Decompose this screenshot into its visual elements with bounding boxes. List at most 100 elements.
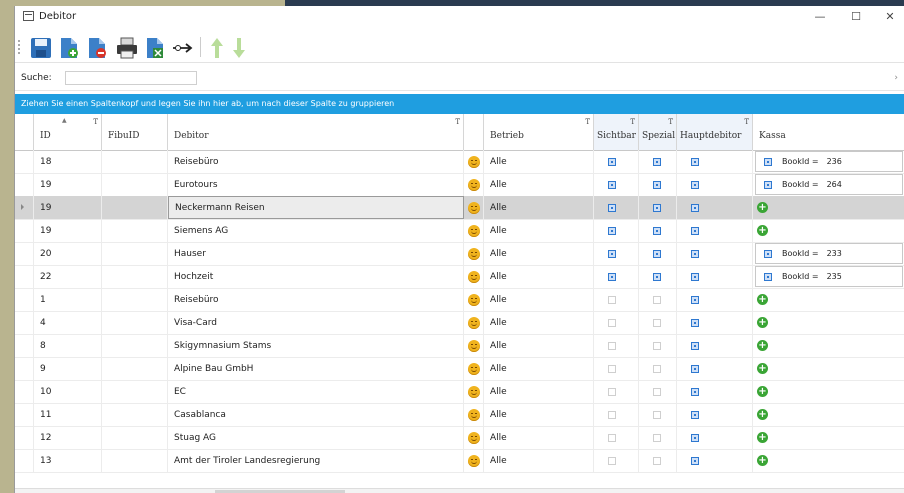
move-down-button[interactable] bbox=[227, 36, 251, 60]
cell-fibuid[interactable] bbox=[102, 288, 168, 311]
cell-spezial[interactable] bbox=[639, 334, 677, 357]
cell-sichtbar[interactable] bbox=[594, 265, 639, 288]
cell-spezial[interactable] bbox=[639, 196, 677, 219]
cell-betrieb[interactable]: Alle bbox=[484, 196, 594, 219]
cell-hauptdebitor[interactable] bbox=[677, 173, 753, 196]
cell-id[interactable]: 11 bbox=[34, 403, 102, 426]
spezial-checkbox[interactable] bbox=[653, 456, 661, 465]
cell-fibuid[interactable] bbox=[102, 150, 168, 173]
cell-betrieb[interactable]: Alle bbox=[484, 380, 594, 403]
cell-spezial[interactable] bbox=[639, 150, 677, 173]
table-row[interactable]: 12 Stuag AG Alle + bbox=[15, 426, 904, 450]
cell-betrieb[interactable]: Alle bbox=[484, 449, 594, 472]
close-button[interactable]: ✕ bbox=[881, 9, 899, 25]
cell-debitor[interactable]: Siemens AG bbox=[168, 219, 464, 242]
cell-status[interactable] bbox=[464, 449, 484, 472]
sichtbar-checkbox[interactable] bbox=[608, 249, 616, 258]
cell-sichtbar[interactable] bbox=[594, 357, 639, 380]
cell-status[interactable] bbox=[464, 288, 484, 311]
cell-debitor[interactable]: Reisebüro bbox=[168, 288, 464, 311]
cell-sichtbar[interactable] bbox=[594, 426, 639, 449]
hauptdebitor-checkbox[interactable] bbox=[691, 456, 699, 465]
cell-betrieb[interactable]: Alle bbox=[484, 219, 594, 242]
kassa-booking[interactable]: BookId = 236 bbox=[755, 151, 903, 172]
cell-id[interactable]: 18 bbox=[34, 150, 102, 173]
table-row[interactable]: 22 Hochzeit Alle BookId = 235 bbox=[15, 265, 904, 289]
cell-status[interactable] bbox=[464, 173, 484, 196]
row-indicator[interactable] bbox=[15, 196, 34, 219]
cell-sichtbar[interactable] bbox=[594, 311, 639, 334]
cell-betrieb[interactable]: Alle bbox=[484, 265, 594, 288]
cell-betrieb[interactable]: Alle bbox=[484, 288, 594, 311]
table-row[interactable]: 4 Visa-Card Alle + bbox=[15, 311, 904, 335]
cell-hauptdebitor[interactable] bbox=[677, 311, 753, 334]
move-up-button[interactable] bbox=[205, 36, 229, 60]
kassa-booking[interactable]: BookId = 233 bbox=[755, 243, 903, 264]
spezial-checkbox[interactable] bbox=[653, 387, 661, 396]
cell-sichtbar[interactable] bbox=[594, 173, 639, 196]
sichtbar-checkbox[interactable] bbox=[608, 157, 616, 166]
filter-icon[interactable]: T bbox=[585, 118, 590, 126]
sichtbar-checkbox[interactable] bbox=[608, 433, 616, 442]
cell-debitor[interactable]: Visa-Card bbox=[168, 311, 464, 334]
cell-fibuid[interactable] bbox=[102, 219, 168, 242]
spezial-checkbox[interactable] bbox=[653, 341, 661, 350]
sichtbar-checkbox[interactable] bbox=[608, 318, 616, 327]
cell-status[interactable] bbox=[464, 403, 484, 426]
add-kassa-icon[interactable]: + bbox=[757, 294, 768, 305]
cell-sichtbar[interactable] bbox=[594, 334, 639, 357]
hauptdebitor-checkbox[interactable] bbox=[691, 433, 699, 442]
cell-hauptdebitor[interactable] bbox=[677, 357, 753, 380]
cell-betrieb[interactable]: Alle bbox=[484, 173, 594, 196]
hauptdebitor-checkbox[interactable] bbox=[691, 364, 699, 373]
search-input[interactable] bbox=[65, 71, 197, 85]
spezial-checkbox[interactable] bbox=[653, 272, 661, 281]
row-indicator[interactable] bbox=[15, 288, 34, 311]
cell-id[interactable]: 19 bbox=[34, 196, 102, 219]
cell-fibuid[interactable] bbox=[102, 334, 168, 357]
cell-debitor[interactable]: Amt der Tiroler Landesregierung bbox=[168, 449, 464, 472]
row-indicator[interactable] bbox=[15, 426, 34, 449]
cell-hauptdebitor[interactable] bbox=[677, 426, 753, 449]
cell-debitor[interactable]: Alpine Bau GmbH bbox=[168, 357, 464, 380]
cell-id[interactable]: 22 bbox=[34, 265, 102, 288]
cell-status[interactable] bbox=[464, 196, 484, 219]
table-row[interactable]: 1 Reisebüro Alle + bbox=[15, 288, 904, 312]
column-header-sichtbar[interactable]: Sichtbar T bbox=[594, 114, 639, 150]
add-kassa-icon[interactable]: + bbox=[757, 202, 768, 213]
cell-spezial[interactable] bbox=[639, 380, 677, 403]
cell-spezial[interactable] bbox=[639, 403, 677, 426]
cell-status[interactable] bbox=[464, 265, 484, 288]
scroll-right-icon[interactable]: › bbox=[894, 73, 898, 83]
maximize-button[interactable]: ☐ bbox=[847, 9, 865, 25]
cell-fibuid[interactable] bbox=[102, 380, 168, 403]
sichtbar-checkbox[interactable] bbox=[608, 226, 616, 235]
column-header-hauptdebitor[interactable]: Hauptdebitor T bbox=[677, 114, 753, 150]
sichtbar-checkbox[interactable] bbox=[608, 456, 616, 465]
cell-kassa[interactable]: BookId = 235 bbox=[753, 265, 904, 288]
cell-hauptdebitor[interactable] bbox=[677, 219, 753, 242]
cell-debitor[interactable]: Skigymnasium Stams bbox=[168, 334, 464, 357]
spezial-checkbox[interactable] bbox=[653, 203, 661, 212]
hauptdebitor-checkbox[interactable] bbox=[691, 203, 699, 212]
table-row[interactable]: 11 Casablanca Alle + bbox=[15, 403, 904, 427]
cell-sichtbar[interactable] bbox=[594, 196, 639, 219]
cell-sichtbar[interactable] bbox=[594, 288, 639, 311]
cell-sichtbar[interactable] bbox=[594, 150, 639, 173]
cell-kassa[interactable]: + bbox=[753, 426, 904, 449]
delete-button[interactable] bbox=[85, 36, 109, 60]
group-by-panel[interactable]: Ziehen Sie einen Spaltenkopf und legen S… bbox=[15, 94, 904, 114]
filter-icon[interactable]: T bbox=[630, 118, 635, 126]
export-button[interactable] bbox=[143, 36, 167, 60]
cell-spezial[interactable] bbox=[639, 426, 677, 449]
cell-kassa[interactable]: + bbox=[753, 219, 904, 242]
spezial-checkbox[interactable] bbox=[653, 433, 661, 442]
cell-id[interactable]: 4 bbox=[34, 311, 102, 334]
table-row[interactable]: 10 EC Alle + bbox=[15, 380, 904, 404]
cell-id[interactable]: 13 bbox=[34, 449, 102, 472]
sichtbar-checkbox[interactable] bbox=[608, 203, 616, 212]
cell-kassa[interactable]: + bbox=[753, 311, 904, 334]
cell-betrieb[interactable]: Alle bbox=[484, 357, 594, 380]
cell-hauptdebitor[interactable] bbox=[677, 265, 753, 288]
spezial-checkbox[interactable] bbox=[653, 364, 661, 373]
